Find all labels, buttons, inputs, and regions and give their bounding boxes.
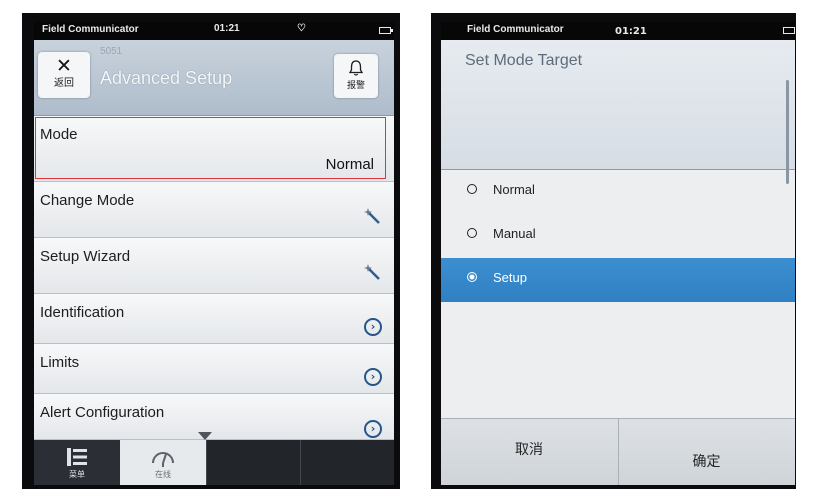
battery-icon (783, 27, 795, 34)
back-button-label: 返回 (54, 78, 74, 89)
menu-item-label: Limits (40, 354, 80, 371)
scrollbar[interactable] (786, 80, 789, 184)
app-name: Field Communicator (42, 24, 139, 35)
chevron-right-circle-icon: › (364, 318, 382, 336)
device-tag: 5051 (100, 46, 123, 57)
option-manual[interactable]: Manual (441, 214, 795, 256)
status-time: 01:21 (214, 23, 240, 34)
alarm-button[interactable]: 报警 (334, 54, 378, 98)
menu-item-label: Mode (40, 126, 78, 143)
tab-empty (206, 440, 300, 485)
page-header: ✕ 返回 5051 Advanced Setup 报警 (34, 40, 394, 116)
set-mode-target-screen: Field Communicator 01:21 Set Mode Target… (441, 22, 795, 485)
tab-online[interactable]: 在线 (120, 440, 206, 485)
chevron-right-circle-icon: › (364, 368, 382, 386)
wizard-wand-icon (364, 208, 380, 224)
radio-button[interactable] (467, 272, 477, 282)
menu-item-setup-wizard[interactable]: Setup Wizard (34, 238, 394, 294)
menu-item-label: Alert Configuration (40, 404, 165, 421)
cancel-button[interactable]: 取消 (441, 419, 617, 485)
bell-icon (348, 60, 364, 76)
option-setup[interactable]: Setup (441, 258, 795, 302)
menu-item-label: Change Mode (40, 192, 135, 209)
menu-item-mode[interactable]: Mode Normal (34, 116, 394, 182)
tab-menu[interactable]: 菜单 (34, 440, 120, 485)
gauge-icon (152, 452, 174, 467)
radio-button[interactable] (467, 228, 477, 238)
status-bar: Field Communicator 01:21 (441, 22, 795, 40)
dialog-header: Set Mode Target (441, 40, 795, 184)
mode-value: Normal (325, 156, 374, 173)
menu-item-identification[interactable]: Identification › (34, 294, 394, 344)
option-label: Normal (493, 182, 535, 197)
radio-button[interactable] (467, 184, 477, 194)
wizard-wand-icon (364, 264, 380, 280)
menu-item-change-mode[interactable]: Change Mode (34, 182, 394, 238)
tab-label: 菜单 (69, 470, 85, 479)
menu-item-alert-configuration[interactable]: Alert Configuration › (34, 394, 394, 440)
close-icon: ✕ (56, 55, 72, 77)
pointer-triangle (198, 432, 212, 440)
dialog-actions: 取消 确定 (441, 418, 795, 485)
alarm-button-label: 报警 (346, 81, 365, 91)
left-device-photo: Field Communicator ♡ 01:21 ✕ 返回 5051 Adv… (22, 13, 400, 489)
chevron-right-circle-icon: › (364, 420, 382, 438)
back-button[interactable]: ✕ 返回 (38, 52, 90, 98)
page-title: Advanced Setup (100, 68, 233, 88)
bottom-tab-bar: 菜单 在线 (34, 440, 394, 485)
confirm-button[interactable]: 确定 (618, 419, 794, 485)
advanced-setup-screen: Field Communicator ♡ 01:21 ✕ 返回 5051 Adv… (34, 22, 394, 485)
option-normal[interactable]: Normal (441, 170, 795, 212)
right-device-photo: Field Communicator 01:21 Set Mode Target… (431, 13, 796, 489)
battery-icon (379, 27, 393, 34)
app-name: Field Communicator (467, 24, 564, 35)
dialog-title: Set Mode Target (465, 52, 583, 69)
menu-item-label: Identification (40, 304, 125, 321)
status-time: 01:21 (615, 26, 647, 37)
menu-item-label: Setup Wizard (40, 248, 131, 265)
option-label: Manual (493, 226, 536, 241)
menu-item-limits[interactable]: Limits › (34, 344, 394, 394)
tab-label: 在线 (155, 470, 171, 479)
heart-icon: ♡ (297, 23, 306, 34)
tab-empty (300, 440, 394, 485)
option-label: Setup (493, 270, 527, 285)
menu-list-icon (67, 448, 87, 466)
